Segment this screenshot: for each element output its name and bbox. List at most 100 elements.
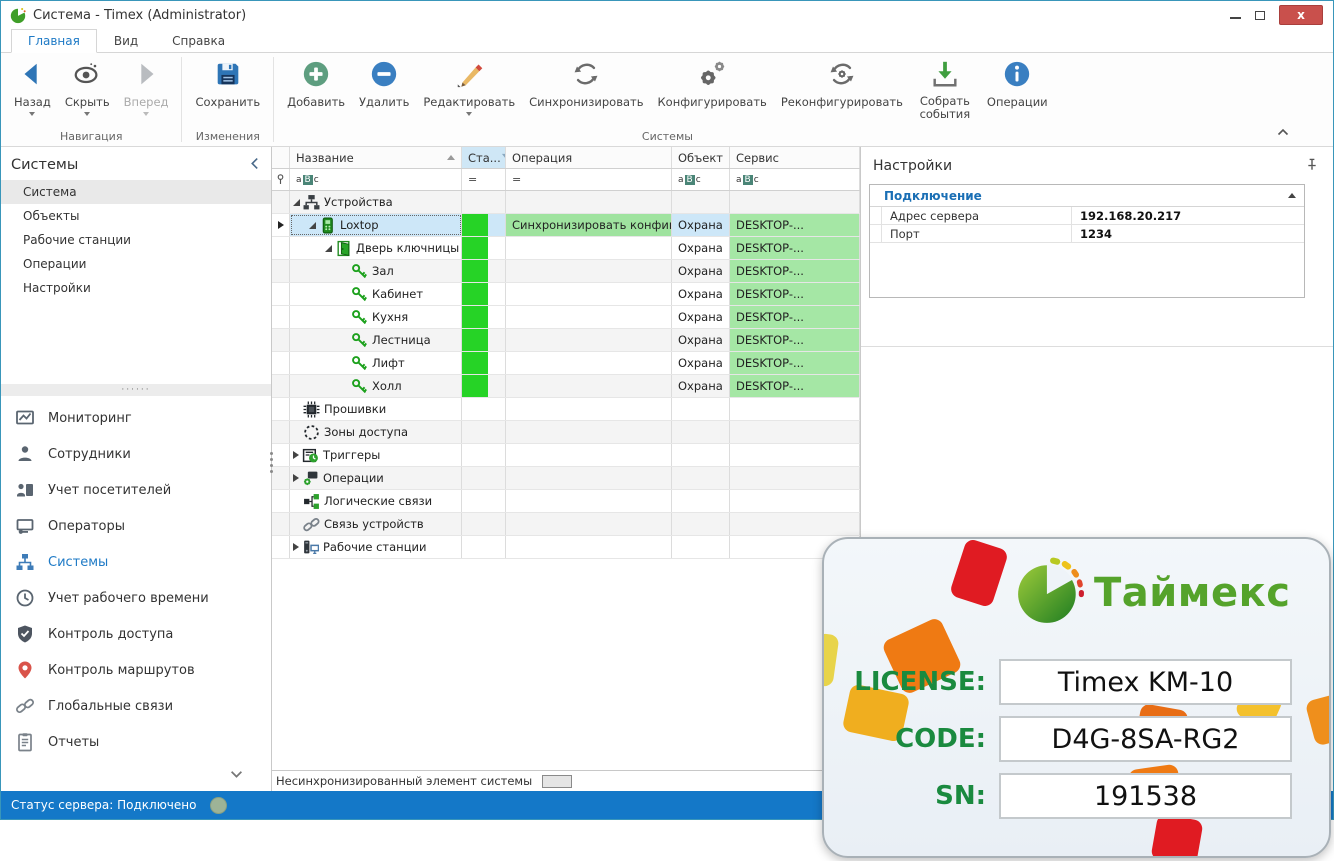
service-cell[interactable]: DESKTOP-...	[730, 260, 860, 282]
service-cell[interactable]: DESKTOP-...	[730, 214, 860, 236]
name-cell[interactable]: Устройства	[290, 191, 462, 213]
ribbon-button-configure[interactable]: Конфигурировать	[651, 58, 774, 111]
operation-cell[interactable]	[506, 375, 672, 397]
operation-cell[interactable]	[506, 237, 672, 259]
object-cell[interactable]	[672, 398, 730, 420]
name-cell[interactable]: Лифт	[290, 352, 462, 374]
name-cell[interactable]: Кухня	[290, 306, 462, 328]
tree-row-10[interactable]: Прошивки	[272, 398, 860, 421]
object-cell[interactable]: Охрана	[672, 329, 730, 351]
tree-row-2[interactable]: LoxtopСинхронизировать конфигурациюОхран…	[272, 214, 860, 237]
service-cell[interactable]: DESKTOP-...	[730, 237, 860, 259]
property-group-header[interactable]: Подключение	[870, 185, 1304, 207]
pin-icon[interactable]	[1305, 156, 1319, 175]
status-cell[interactable]	[462, 352, 506, 374]
tree-row-14[interactable]: Логические связи	[272, 490, 860, 513]
name-cell[interactable]: Логические связи	[290, 490, 462, 512]
column-header-c-name[interactable]: Название	[290, 147, 462, 168]
name-cell[interactable]: Холл	[290, 375, 462, 397]
object-cell[interactable]	[672, 513, 730, 535]
sidebar-item-1[interactable]: Система	[1, 180, 271, 204]
filter-cell-c-op[interactable]: =	[506, 169, 672, 190]
module-item-monitoring[interactable]: Мониторинг	[1, 400, 271, 436]
maximize-button[interactable]	[1255, 11, 1265, 20]
dropdown-arrow-icon[interactable]	[29, 112, 35, 116]
operation-cell[interactable]	[506, 306, 672, 328]
status-cell[interactable]	[462, 536, 506, 558]
expand-closed-icon[interactable]	[293, 451, 299, 459]
operation-cell[interactable]: Синхронизировать конфигурацию	[506, 214, 672, 236]
tree-row-16[interactable]: Рабочие станции	[272, 536, 860, 559]
ribbon-button-forward[interactable]: Вперед	[117, 58, 176, 118]
filter-cell-c-sta[interactable]: =	[462, 169, 506, 190]
status-cell[interactable]	[462, 444, 506, 466]
service-cell[interactable]: DESKTOP-...	[730, 283, 860, 305]
expand-open-icon[interactable]	[309, 222, 316, 229]
service-cell[interactable]: DESKTOP-...	[730, 352, 860, 374]
service-cell[interactable]: DESKTOP-...	[730, 329, 860, 351]
collapse-group-icon[interactable]	[1288, 193, 1296, 198]
service-cell[interactable]	[730, 467, 860, 489]
status-cell[interactable]	[462, 237, 506, 259]
server-address-value[interactable]: 192.168.20.217	[1072, 207, 1304, 224]
operation-cell[interactable]	[506, 513, 672, 535]
module-item-visitors[interactable]: Учет посетителей	[1, 472, 271, 508]
operation-cell[interactable]	[506, 260, 672, 282]
tree-row-3[interactable]: Дверь ключницыОхранаDESKTOP-...	[272, 237, 860, 260]
operation-cell[interactable]	[506, 444, 672, 466]
status-cell[interactable]	[462, 191, 506, 213]
status-cell[interactable]	[462, 467, 506, 489]
object-cell[interactable]: Охрана	[672, 375, 730, 397]
operation-cell[interactable]	[506, 329, 672, 351]
module-item-employees[interactable]: Сотрудники	[1, 436, 271, 472]
ribbon-collapse-icon[interactable]	[1277, 121, 1289, 140]
tree-row-6[interactable]: Кухня ОхранаDESKTOP-...	[272, 306, 860, 329]
operation-cell[interactable]	[506, 191, 672, 213]
ribbon-button-sync[interactable]: Синхронизировать	[522, 58, 650, 111]
sidebar-item-3[interactable]: Рабочие станции	[1, 228, 271, 252]
object-cell[interactable]: Охрана	[672, 352, 730, 374]
name-cell[interactable]: Кабинет	[290, 283, 462, 305]
module-item-globallinks[interactable]: Глобальные связи	[1, 688, 271, 724]
object-cell[interactable]: Охрана	[672, 306, 730, 328]
status-cell[interactable]	[462, 329, 506, 351]
object-cell[interactable]	[672, 421, 730, 443]
tab-glavnaya[interactable]: Главная	[11, 29, 97, 53]
service-cell[interactable]	[730, 398, 860, 420]
module-item-operators[interactable]: Операторы	[1, 508, 271, 544]
sidebar-table-splitter[interactable]	[271, 147, 272, 791]
chevron-down-icon[interactable]	[230, 764, 243, 783]
service-cell[interactable]	[730, 513, 860, 535]
splitter-grip[interactable]	[269, 452, 274, 473]
name-cell[interactable]: Loxtop	[290, 214, 462, 236]
module-item-routes[interactable]: Контроль маршрутов	[1, 652, 271, 688]
sidebar-item-2[interactable]: Объекты	[1, 204, 271, 228]
service-cell[interactable]	[730, 490, 860, 512]
name-cell[interactable]: Зоны доступа	[290, 421, 462, 443]
expand-closed-icon[interactable]	[293, 543, 299, 551]
operation-cell[interactable]	[506, 398, 672, 420]
object-cell[interactable]: Охрана	[672, 260, 730, 282]
expand-open-icon[interactable]	[325, 245, 332, 252]
ribbon-button-edit[interactable]: Редактировать	[416, 58, 522, 118]
ribbon-button-reconfigure[interactable]: Реконфигурировать	[774, 58, 910, 111]
name-cell[interactable]: Лестница	[290, 329, 462, 351]
name-cell[interactable]: Связь устройств	[290, 513, 462, 535]
ribbon-button-eye[interactable]: Скрыть	[58, 58, 117, 118]
operation-cell[interactable]	[506, 536, 672, 558]
status-cell[interactable]	[462, 375, 506, 397]
object-cell[interactable]	[672, 490, 730, 512]
minimize-button[interactable]	[1230, 12, 1241, 19]
tab-vid[interactable]: Вид	[97, 29, 155, 53]
service-cell[interactable]: DESKTOP-...	[730, 306, 860, 328]
tree-row-11[interactable]: Зоны доступа	[272, 421, 860, 444]
tree-row-1[interactable]: Устройства	[272, 191, 860, 214]
service-cell[interactable]	[730, 421, 860, 443]
column-header-c-sta[interactable]: Ста...	[462, 147, 506, 168]
tree-row-13[interactable]: Операции	[272, 467, 860, 490]
tree-row-5[interactable]: КабинетОхранаDESKTOP-...	[272, 283, 860, 306]
sidebar-item-4[interactable]: Операции	[1, 252, 271, 276]
service-cell[interactable]: DESKTOP-...	[730, 375, 860, 397]
tree-row-4[interactable]: ЗалОхранаDESKTOP-...	[272, 260, 860, 283]
operation-cell[interactable]	[506, 283, 672, 305]
